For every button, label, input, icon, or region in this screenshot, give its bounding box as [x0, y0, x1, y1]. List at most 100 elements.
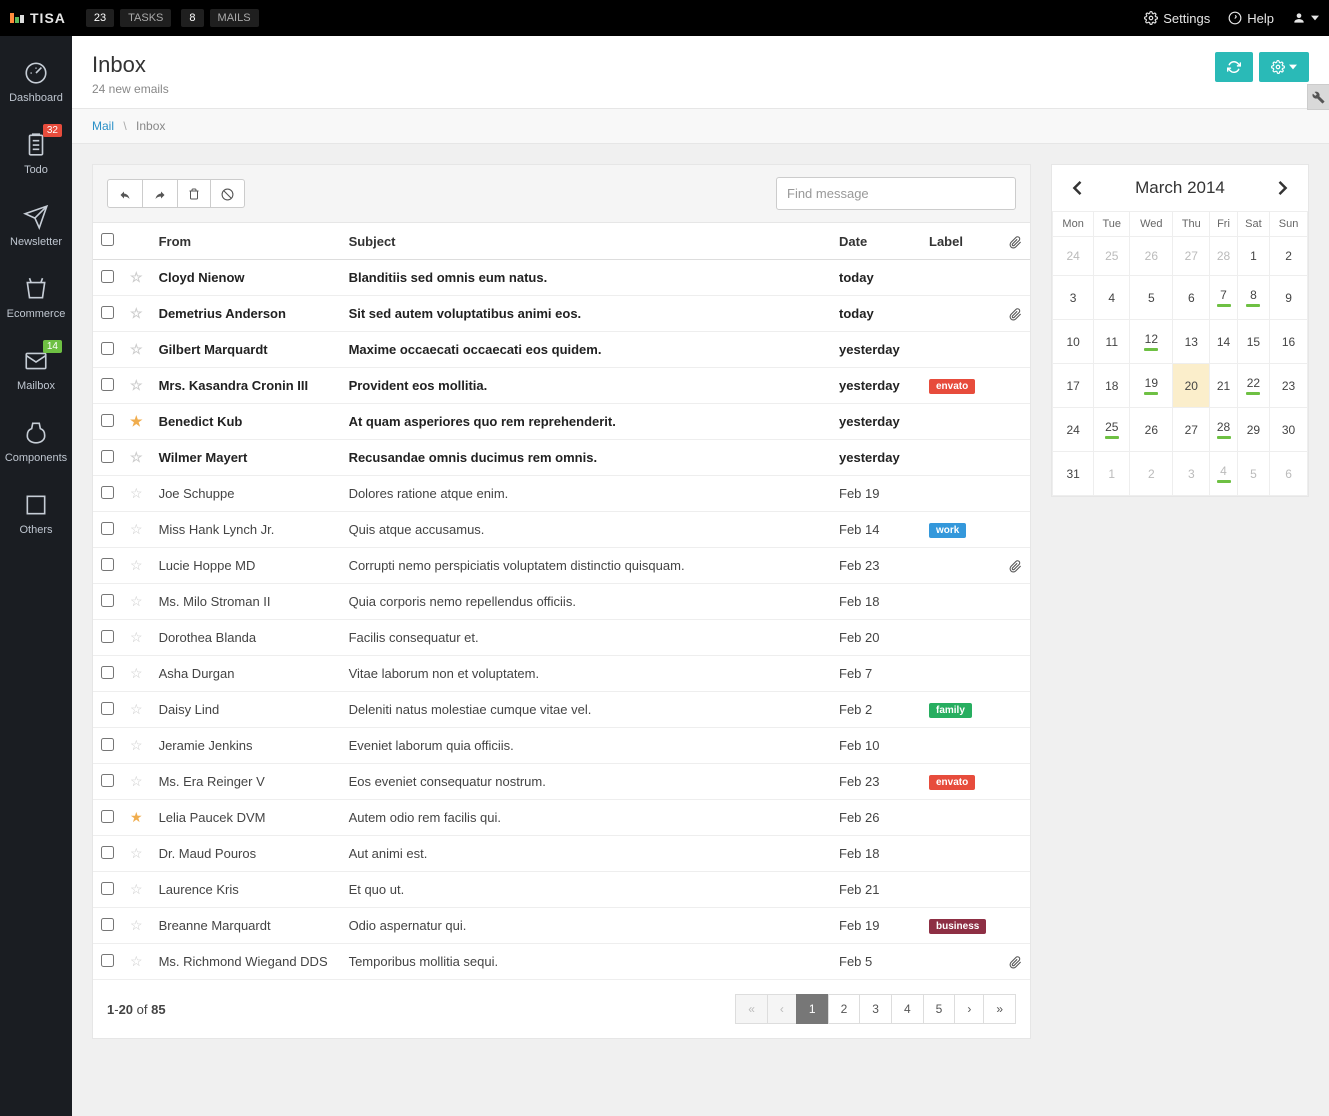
help-link[interactable]: Help: [1228, 11, 1274, 26]
mail-row[interactable]: ☆Dorothea BlandaFacilis consequatur et.F…: [93, 620, 1030, 656]
mail-row[interactable]: ☆Daisy LindDeleniti natus molestiae cumq…: [93, 692, 1030, 728]
cal-day[interactable]: 2: [1270, 237, 1308, 276]
row-checkbox[interactable]: [101, 450, 114, 463]
cal-day[interactable]: 31: [1053, 452, 1094, 496]
sidebar-item-dashboard[interactable]: Dashboard: [0, 46, 72, 118]
cal-day[interactable]: 5: [1237, 452, 1269, 496]
sidebar-item-components[interactable]: Components: [0, 406, 72, 478]
cal-day[interactable]: 25: [1094, 408, 1130, 452]
mail-row[interactable]: ☆Cloyd NienowBlanditiis sed omnis eum na…: [93, 260, 1030, 296]
mail-row[interactable]: ☆Demetrius AndersonSit sed autem volupta…: [93, 296, 1030, 332]
mail-row[interactable]: ☆Dr. Maud PourosAut animi est.Feb 18: [93, 836, 1030, 872]
settings-link[interactable]: Settings: [1144, 11, 1210, 26]
delete-button[interactable]: [178, 179, 211, 209]
cal-day[interactable]: 1: [1094, 452, 1130, 496]
cal-day[interactable]: 29: [1237, 408, 1269, 452]
cal-day[interactable]: 25: [1094, 237, 1130, 276]
row-checkbox[interactable]: [101, 774, 114, 787]
tasks-chip[interactable]: 23 TASKS: [86, 9, 172, 27]
cal-day[interactable]: 2: [1130, 452, 1173, 496]
mails-chip[interactable]: 8 MAILS: [181, 9, 258, 27]
cal-day[interactable]: 27: [1173, 237, 1210, 276]
page-prev[interactable]: ‹: [767, 994, 797, 1024]
mail-row[interactable]: ★Lelia Paucek DVMAutem odio rem facilis …: [93, 800, 1030, 836]
star-icon[interactable]: ☆: [130, 341, 143, 357]
breadcrumb-root[interactable]: Mail: [92, 119, 114, 133]
mail-row[interactable]: ☆Miss Hank Lynch Jr.Quis atque accusamus…: [93, 512, 1030, 548]
mail-row[interactable]: ☆Gilbert MarquardtMaxime occaecati occae…: [93, 332, 1030, 368]
cal-day[interactable]: 22: [1237, 364, 1269, 408]
cal-day[interactable]: 23: [1270, 364, 1308, 408]
cal-day[interactable]: 10: [1053, 320, 1094, 364]
row-checkbox[interactable]: [101, 306, 114, 319]
mail-row[interactable]: ☆Ms. Milo Stroman IIQuia corporis nemo r…: [93, 584, 1030, 620]
cal-day[interactable]: 24: [1053, 237, 1094, 276]
cal-day[interactable]: 30: [1270, 408, 1308, 452]
cal-day[interactable]: 11: [1094, 320, 1130, 364]
cal-day[interactable]: 17: [1053, 364, 1094, 408]
page-next[interactable]: ›: [954, 994, 984, 1024]
row-checkbox[interactable]: [101, 486, 114, 499]
page-5[interactable]: 5: [923, 994, 956, 1024]
mail-row[interactable]: ☆Ms. Era Reinger VEos eveniet consequatu…: [93, 764, 1030, 800]
mail-row[interactable]: ☆Jeramie JenkinsEveniet laborum quia off…: [93, 728, 1030, 764]
row-checkbox[interactable]: [101, 594, 114, 607]
brand[interactable]: TISA: [10, 10, 66, 26]
row-checkbox[interactable]: [101, 702, 114, 715]
mail-row[interactable]: ☆Joe SchuppeDolores ratione atque enim.F…: [93, 476, 1030, 512]
row-checkbox[interactable]: [101, 558, 114, 571]
page-1[interactable]: 1: [796, 994, 829, 1024]
cal-next-button[interactable]: [1270, 175, 1296, 201]
cal-day[interactable]: 19: [1130, 364, 1173, 408]
cal-prev-button[interactable]: [1064, 175, 1090, 201]
search-input[interactable]: [776, 177, 1016, 210]
cal-day[interactable]: 5: [1130, 276, 1173, 320]
cal-day[interactable]: 3: [1053, 276, 1094, 320]
star-icon[interactable]: ☆: [130, 449, 143, 465]
sidebar-item-todo[interactable]: Todo32: [0, 118, 72, 190]
cal-day[interactable]: 28: [1210, 237, 1238, 276]
star-icon[interactable]: ☆: [130, 593, 143, 609]
mail-row[interactable]: ☆Breanne MarquardtOdio aspernatur qui.Fe…: [93, 908, 1030, 944]
page-2[interactable]: 2: [828, 994, 861, 1024]
star-icon[interactable]: ☆: [130, 665, 143, 681]
sidebar-item-mailbox[interactable]: Mailbox14: [0, 334, 72, 406]
cal-day[interactable]: 15: [1237, 320, 1269, 364]
star-icon[interactable]: ☆: [130, 485, 143, 501]
cal-day[interactable]: 26: [1130, 237, 1173, 276]
page-3[interactable]: 3: [859, 994, 892, 1024]
row-checkbox[interactable]: [101, 630, 114, 643]
cal-day[interactable]: 21: [1210, 364, 1238, 408]
row-checkbox[interactable]: [101, 918, 114, 931]
spam-button[interactable]: [211, 179, 245, 209]
star-icon[interactable]: ☆: [130, 953, 143, 969]
cal-day[interactable]: 28: [1210, 408, 1238, 452]
cal-day[interactable]: 4: [1094, 276, 1130, 320]
star-icon[interactable]: ☆: [130, 845, 143, 861]
mail-row[interactable]: ☆Asha DurganVitae laborum non et volupta…: [93, 656, 1030, 692]
star-icon[interactable]: ☆: [130, 557, 143, 573]
row-checkbox[interactable]: [101, 522, 114, 535]
cal-day[interactable]: 26: [1130, 408, 1173, 452]
cal-day[interactable]: 18: [1094, 364, 1130, 408]
row-checkbox[interactable]: [101, 954, 114, 967]
sidebar-item-newsletter[interactable]: Newsletter: [0, 190, 72, 262]
star-icon[interactable]: ☆: [130, 521, 143, 537]
refresh-button[interactable]: [1215, 52, 1253, 82]
page-4[interactable]: 4: [891, 994, 924, 1024]
cal-day[interactable]: 12: [1130, 320, 1173, 364]
forward-button[interactable]: [143, 179, 178, 209]
reply-button[interactable]: [107, 179, 143, 209]
cal-day[interactable]: 4: [1210, 452, 1238, 496]
cal-day[interactable]: 6: [1270, 452, 1308, 496]
page-prev[interactable]: «: [735, 994, 768, 1024]
star-icon[interactable]: ☆: [130, 269, 143, 285]
row-checkbox[interactable]: [101, 414, 114, 427]
row-checkbox[interactable]: [101, 738, 114, 751]
cal-day[interactable]: 20: [1173, 364, 1210, 408]
row-checkbox[interactable]: [101, 666, 114, 679]
row-checkbox[interactable]: [101, 378, 114, 391]
select-all-checkbox[interactable]: [101, 233, 114, 246]
row-checkbox[interactable]: [101, 270, 114, 283]
cal-day[interactable]: 1: [1237, 237, 1269, 276]
